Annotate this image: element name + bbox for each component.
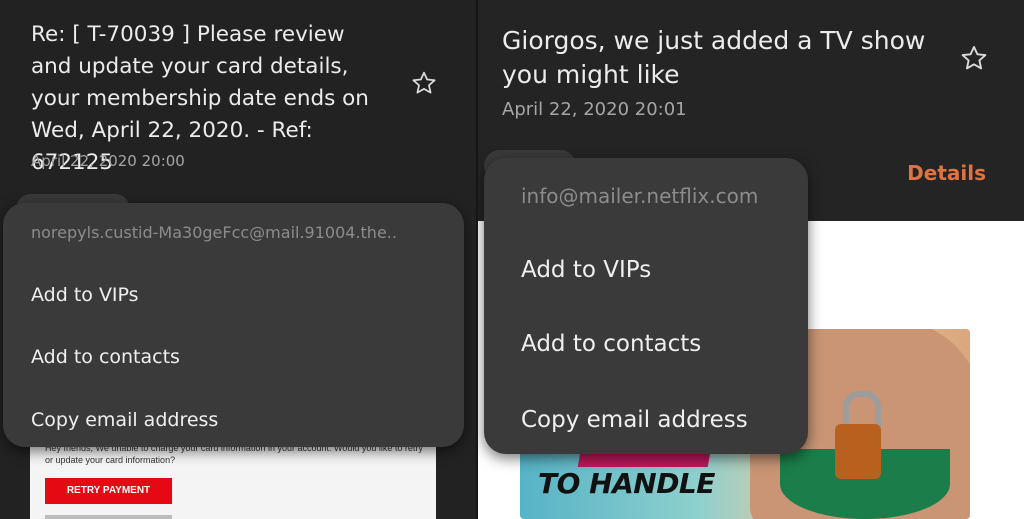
menu-item-copy-email-address[interactable]: Copy email address xyxy=(521,407,748,433)
retry-payment-button[interactable]: RETRY PAYMENT xyxy=(45,478,172,504)
email-date: April 22, 2020 20:01 xyxy=(502,99,687,120)
star-icon[interactable] xyxy=(960,44,988,72)
menu-item-add-to-vips[interactable]: Add to VIPs xyxy=(521,257,651,283)
secondary-button[interactable] xyxy=(45,515,172,519)
left-email-panel: Re: [ T-70039 ] Please review and update… xyxy=(0,0,478,519)
star-icon[interactable] xyxy=(411,70,437,96)
email-body-preview: Hey friends, We unable to charge your ca… xyxy=(30,440,436,519)
email-subject: Giorgos, we just added a TV show you mig… xyxy=(502,26,926,89)
sender-context-menu: info@mailer.netflix.com Add to VIPs Add … xyxy=(484,158,808,454)
email-date: April 22, 2020 20:00 xyxy=(31,152,185,170)
padlock-icon xyxy=(835,424,881,479)
menu-item-add-to-contacts[interactable]: Add to contacts xyxy=(31,346,180,368)
menu-item-add-to-vips[interactable]: Add to VIPs xyxy=(31,284,139,306)
menu-item-add-to-contacts[interactable]: Add to contacts xyxy=(521,331,701,357)
sender-email-address: info@mailer.netflix.com xyxy=(521,184,759,208)
sender-context-menu: norepyls.custid-Ma30geFcc@mail.91004.the… xyxy=(3,203,464,447)
promo-title: TO HANDLE xyxy=(538,467,715,500)
sender-email-address: norepyls.custid-Ma30geFcc@mail.91004.the… xyxy=(31,223,397,242)
details-link[interactable]: Details xyxy=(907,161,986,185)
right-email-panel: Giorgos, we just added a TV show you mig… xyxy=(478,0,1024,519)
menu-item-copy-email-address[interactable]: Copy email address xyxy=(31,409,218,431)
